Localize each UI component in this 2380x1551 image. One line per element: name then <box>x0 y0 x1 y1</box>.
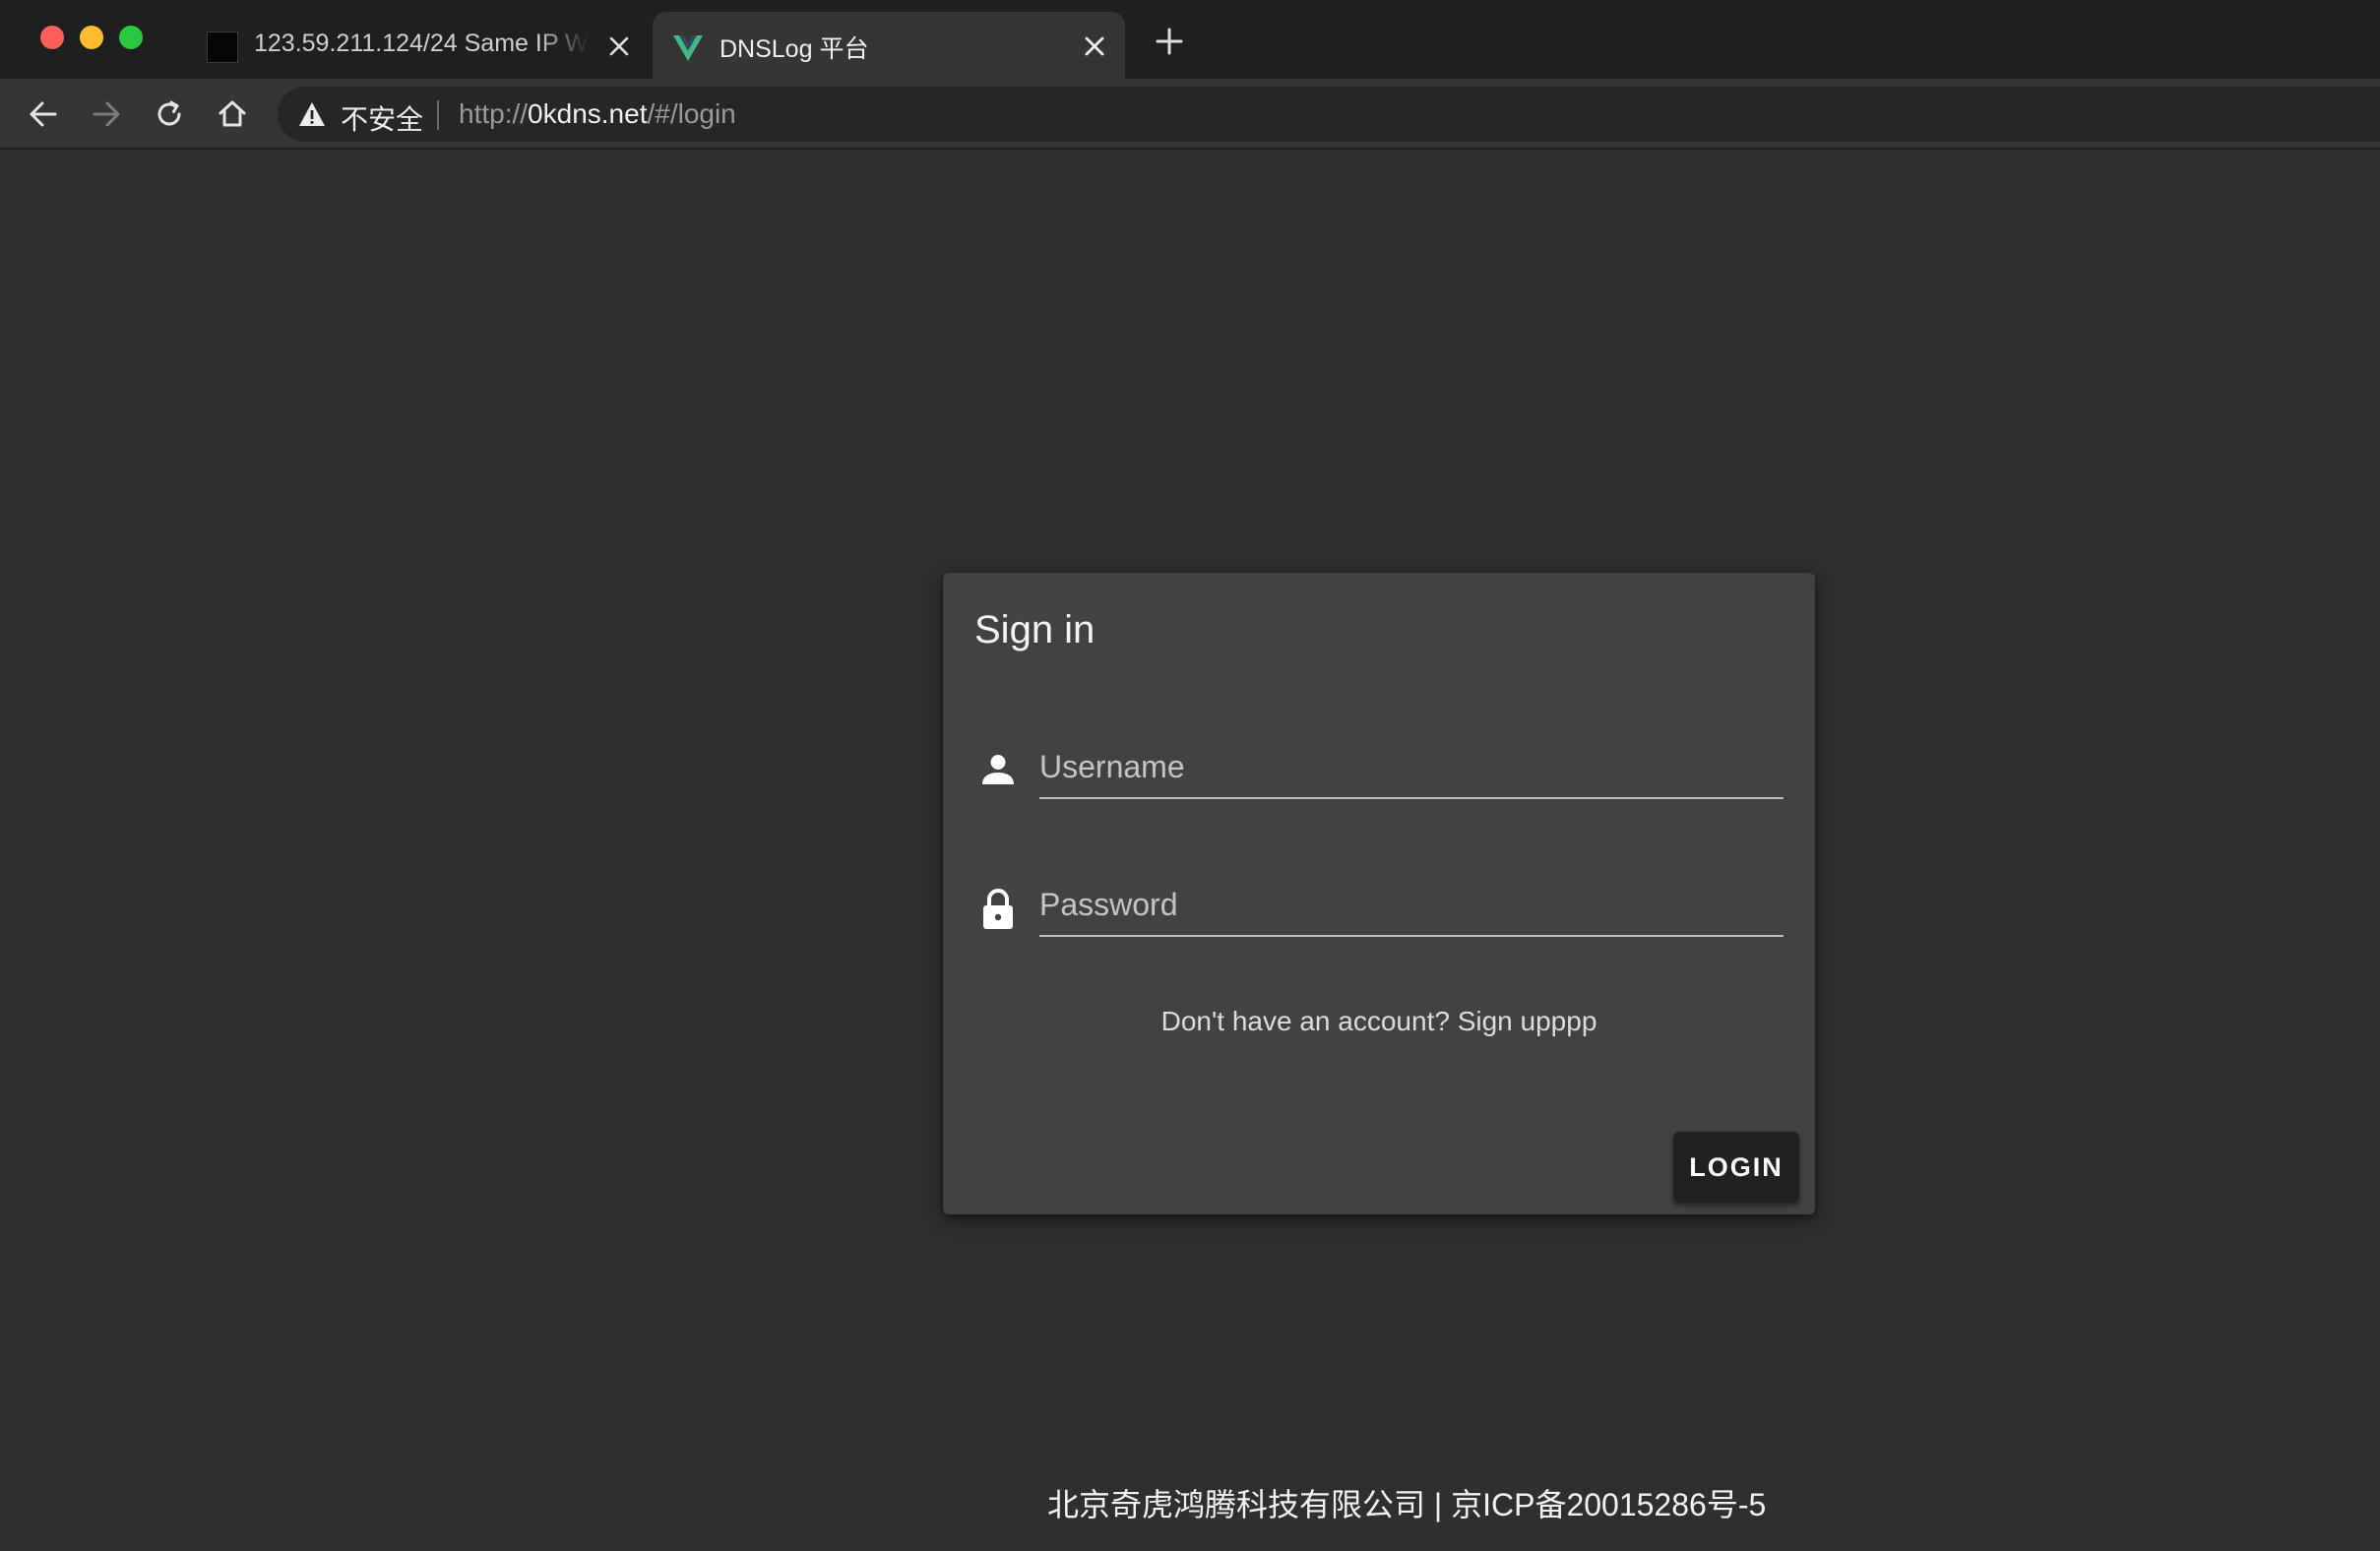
footer-text: 北京奇虎鸿腾科技有限公司 | 京ICP备20015286号-5 <box>1047 1487 1767 1522</box>
username-field <box>974 720 1784 809</box>
url-path: /#/login <box>647 98 736 129</box>
login-card: Sign in Don't have an account? Sign uppp <box>943 573 1815 1214</box>
close-tab-icon[interactable] <box>1080 31 1109 61</box>
address-divider <box>437 100 439 130</box>
tab-title: 123.59.211.124/24 Same IP Websites <box>254 30 589 57</box>
card-title: Sign in <box>974 608 1096 651</box>
close-tab-icon[interactable] <box>604 31 634 61</box>
url-host: 0kdns.net <box>528 98 648 129</box>
login-button[interactable]: LOGIN <box>1673 1132 1799 1203</box>
address-bar[interactable]: 不安全 http://0kdns.net/#/login <box>278 87 2380 142</box>
plus-icon[interactable] <box>1152 24 1187 59</box>
close-window-button[interactable] <box>40 26 64 49</box>
password-input[interactable] <box>1039 882 1784 937</box>
username-input[interactable] <box>1039 744 1784 799</box>
person-icon <box>978 750 1018 789</box>
url-scheme: http:// <box>459 98 529 129</box>
tab-strip: 123.59.211.124/24 Same IP Websites DNSLo… <box>0 0 2380 79</box>
reload-icon[interactable] <box>150 94 189 134</box>
minimize-window-button[interactable] <box>80 26 103 49</box>
vue-logo-icon <box>672 31 704 63</box>
tab-dnslog[interactable]: DNSLog 平台 <box>653 12 1125 79</box>
back-arrow-icon[interactable] <box>24 94 63 134</box>
url-text[interactable]: http://0kdns.net/#/login <box>459 98 736 130</box>
security-status-label[interactable]: 不安全 <box>341 98 423 138</box>
signup-link[interactable]: Don't have an account? Sign upppp <box>943 1006 1815 1037</box>
tab-title: DNSLog 平台 <box>720 35 869 63</box>
page-content: Sign in Don't have an account? Sign uppp <box>0 150 2380 1551</box>
browser-toolbar: 不安全 http://0kdns.net/#/login <box>0 79 2380 150</box>
warning-icon[interactable] <box>297 100 327 128</box>
home-icon[interactable] <box>213 94 252 134</box>
lock-icon <box>978 888 1018 929</box>
site-favicon <box>207 31 238 63</box>
forward-arrow-icon[interactable] <box>87 94 126 134</box>
password-field <box>974 858 1784 947</box>
tab-same-ip-websites[interactable]: 123.59.211.124/24 Same IP Websites <box>187 12 650 79</box>
zoom-window-button[interactable] <box>119 26 143 49</box>
